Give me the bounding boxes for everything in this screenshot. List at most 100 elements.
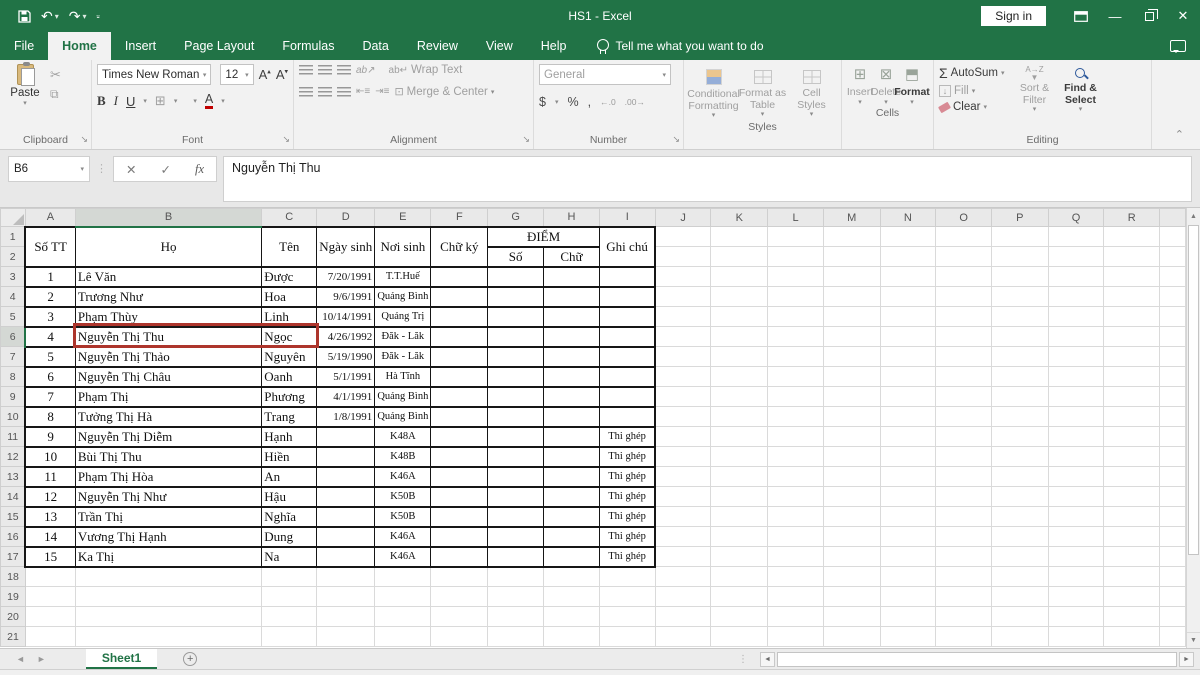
cell-G18[interactable] [488,567,544,587]
new-sheet-button[interactable]: + [183,652,197,666]
cell-S5[interactable] [1160,307,1186,327]
cell-M9[interactable] [823,387,880,407]
cell-S21[interactable] [1160,627,1186,647]
cell-C18[interactable] [262,567,317,587]
cell-K2[interactable] [711,247,768,267]
tab-home[interactable]: Home [48,32,111,60]
cell-N7[interactable] [880,347,936,367]
cell-K4[interactable] [711,287,768,307]
cell-D21[interactable] [317,627,375,647]
cell-L21[interactable] [768,627,824,647]
cell-P15[interactable] [991,507,1048,527]
cell-O15[interactable] [936,507,992,527]
cell-N20[interactable] [880,607,936,627]
cell-Q21[interactable] [1048,627,1104,647]
cell-F13[interactable] [431,467,488,487]
cell-N8[interactable] [880,367,936,387]
cell-P5[interactable] [991,307,1048,327]
cell-J3[interactable] [655,267,711,287]
cell-F7[interactable] [431,347,488,367]
cell-D4[interactable]: 9/6/1991 [317,287,375,307]
cell-E16[interactable]: K46A [375,527,431,547]
cell-M1[interactable] [823,227,880,247]
sign-in-button[interactable]: Sign in [981,6,1046,26]
cell-O9[interactable] [936,387,992,407]
cell-L14[interactable] [768,487,824,507]
cell-H20[interactable] [544,607,600,627]
cell-P2[interactable] [991,247,1048,267]
save-icon[interactable] [18,10,31,23]
cell-C5[interactable]: Linh [262,307,317,327]
cell-Q18[interactable] [1048,567,1104,587]
cell-J12[interactable] [655,447,711,467]
cell-A9[interactable]: 7 [25,387,75,407]
row-header-8[interactable]: 8 [1,367,26,387]
fill-button[interactable]: ↓ Fill ▾ [939,85,1004,97]
copy-button[interactable]: ⧉ [50,87,61,102]
underline-button[interactable]: U [126,94,135,109]
cell-N16[interactable] [880,527,936,547]
cell-S3[interactable] [1160,267,1186,287]
paste-button[interactable]: Paste ▾ [5,64,45,107]
comments-icon[interactable] [1170,40,1186,52]
cell-K10[interactable] [711,407,768,427]
cell-C15[interactable]: Nghĩa [262,507,317,527]
cell-D3[interactable]: 7/20/1991 [317,267,375,287]
cell-L17[interactable] [768,547,824,567]
cell-H4[interactable] [544,287,600,307]
cell-J8[interactable] [655,367,711,387]
cell-O16[interactable] [936,527,992,547]
cell-N19[interactable] [880,587,936,607]
borders-button[interactable]: ⊞ [155,93,166,109]
column-header-O[interactable]: O [936,209,992,227]
cell-H8[interactable] [544,367,600,387]
cell-H19[interactable] [544,587,600,607]
merge-center-button[interactable]: ⊡ Merge & Center ▾ [394,85,494,98]
cell-M18[interactable] [823,567,880,587]
cell-K5[interactable] [711,307,768,327]
cell-F9[interactable] [431,387,488,407]
row-header-14[interactable]: 14 [1,487,26,507]
cell-A16[interactable]: 14 [25,527,75,547]
cell-N4[interactable] [880,287,936,307]
cell-G19[interactable] [488,587,544,607]
cell-R15[interactable] [1104,507,1160,527]
cell-M14[interactable] [823,487,880,507]
column-header-B[interactable]: B [75,209,261,227]
cell-B11[interactable]: Nguyễn Thị Diễm [75,427,261,447]
cell-J16[interactable] [655,527,711,547]
cell-D6[interactable]: 4/26/1992 [317,327,375,347]
cell-K15[interactable] [711,507,768,527]
cell-F20[interactable] [431,607,488,627]
cell-H11[interactable] [544,427,600,447]
select-all-button[interactable] [1,209,26,227]
cell-F15[interactable] [431,507,488,527]
comma-style-button[interactable]: , [588,95,591,109]
cell-G14[interactable] [488,487,544,507]
cell-F4[interactable] [431,287,488,307]
cell-J7[interactable] [655,347,711,367]
cell-O18[interactable] [936,567,992,587]
column-header-P[interactable]: P [991,209,1048,227]
cell-I20[interactable] [599,607,655,627]
cell-H10[interactable] [544,407,600,427]
row-header-7[interactable]: 7 [1,347,26,367]
cell-B10[interactable]: Tưởng Thị Hà [75,407,261,427]
cell-P11[interactable] [991,427,1048,447]
vertical-scrollbar[interactable]: ▲ ▼ [1186,208,1200,648]
cell-J14[interactable] [655,487,711,507]
cell-C20[interactable] [262,607,317,627]
cell-S20[interactable] [1160,607,1186,627]
column-header-Q[interactable]: Q [1048,209,1104,227]
cell-B20[interactable] [75,607,261,627]
cell-G11[interactable] [488,427,544,447]
cell-M10[interactable] [823,407,880,427]
cell-I8[interactable] [599,367,655,387]
cell-H21[interactable] [544,627,600,647]
row-header-17[interactable]: 17 [1,547,26,567]
cell-K9[interactable] [711,387,768,407]
cell-S15[interactable] [1160,507,1186,527]
close-button[interactable]: ✕ [1166,0,1200,32]
sort-filter-button[interactable]: A→Z▼ Sort & Filter ▾ [1012,64,1056,114]
tab-data[interactable]: Data [348,32,402,60]
